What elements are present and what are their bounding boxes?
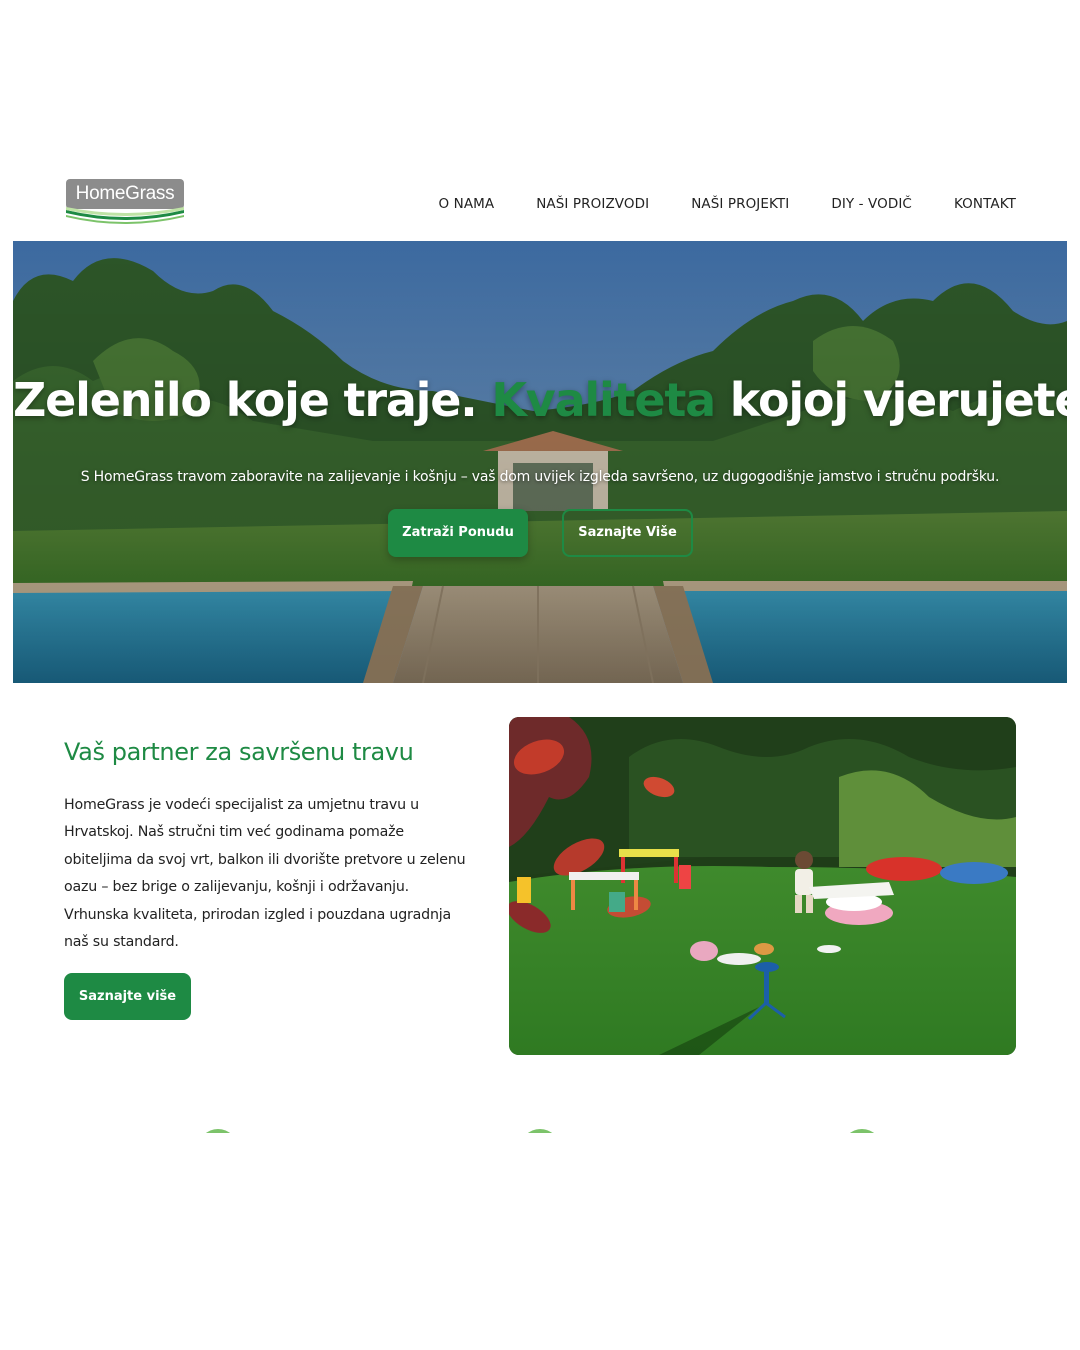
nav-item-nasi-proizvodi[interactable]: NAŠI PROIZVODI xyxy=(536,196,649,212)
logo-text: HomeGrass xyxy=(75,183,175,204)
hero-title-accent: Kvaliteta xyxy=(491,373,716,427)
content-cutoff xyxy=(0,1133,1080,1350)
homegrass-logo[interactable]: HomeGrass xyxy=(66,179,184,225)
hero-subtitle: S HomeGrass travom zaboravite na zalijev… xyxy=(80,469,1000,485)
nav-item-diy-vodic[interactable]: DIY - VODIČ xyxy=(831,196,912,212)
nav-item-kontakt[interactable]: KONTAKT xyxy=(954,196,1016,212)
hero-background-image xyxy=(13,241,1067,683)
site-header: HomeGrass O NAMA NAŠI PROIZVODI NAŠI PRO… xyxy=(0,170,1080,240)
garden-photo-image xyxy=(509,717,1016,1055)
garden-photo xyxy=(509,717,1016,1055)
hero-title-part1: Zelenilo koje traje. xyxy=(13,373,492,427)
hero-section: Zelenilo koje traje. Kvaliteta kojoj vje… xyxy=(13,241,1067,683)
learn-more-hero-button[interactable]: Saznajte Više xyxy=(562,509,693,557)
learn-more-about-button[interactable]: Saznajte više xyxy=(64,973,191,1020)
request-quote-button[interactable]: Zatraži Ponudu xyxy=(388,509,528,557)
about-title: Vaš partner za savršenu travu xyxy=(64,738,414,766)
main-nav: O NAMA NAŠI PROIZVODI NAŠI PROJEKTI DIY … xyxy=(439,196,1017,212)
hero-title: Zelenilo koje traje. Kvaliteta kojoj vje… xyxy=(13,373,1067,427)
about-text: HomeGrass je vodeći specijalist za umjet… xyxy=(64,797,466,951)
hero-title-part2: kojoj vjerujete. xyxy=(714,373,1067,427)
nav-item-o-nama[interactable]: O NAMA xyxy=(439,196,495,212)
nav-item-nasi-projekti[interactable]: NAŠI PROJEKTI xyxy=(691,196,789,212)
